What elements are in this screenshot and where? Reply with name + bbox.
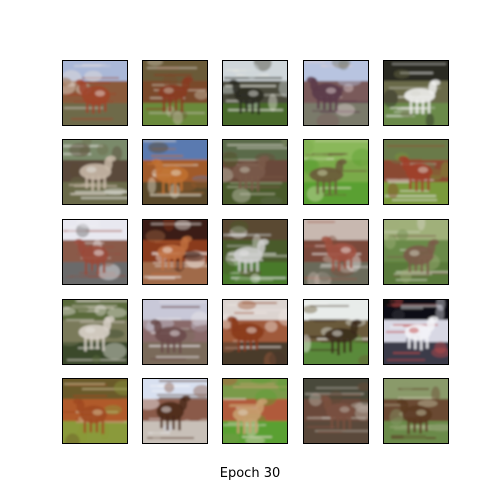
horse-sample-image <box>304 379 368 443</box>
sample-tile <box>142 299 208 365</box>
sample-tile <box>383 60 449 126</box>
horse-sample-image <box>223 300 287 364</box>
sample-figure: Epoch 30 <box>0 0 500 500</box>
horse-sample-image <box>63 61 127 125</box>
sample-tile <box>62 60 128 126</box>
horse-sample-image <box>223 61 287 125</box>
sample-tile <box>303 139 369 205</box>
horse-sample-image <box>223 220 287 284</box>
sample-tile <box>383 139 449 205</box>
horse-sample-image <box>304 61 368 125</box>
sample-tile <box>142 378 208 444</box>
sample-tile <box>62 378 128 444</box>
horse-sample-image <box>384 220 448 284</box>
sample-tile <box>142 139 208 205</box>
horse-sample-image <box>143 140 207 204</box>
horse-sample-image <box>63 220 127 284</box>
horse-sample-image <box>223 140 287 204</box>
sample-tile <box>142 60 208 126</box>
sample-tile <box>222 219 288 285</box>
horse-sample-image <box>384 140 448 204</box>
sample-tile <box>62 139 128 205</box>
sample-tile <box>303 219 369 285</box>
horse-sample-image <box>304 300 368 364</box>
horse-sample-image <box>143 220 207 284</box>
sample-tile <box>222 139 288 205</box>
epoch-caption: Epoch 30 <box>219 466 281 481</box>
horse-sample-image <box>143 300 207 364</box>
sample-tile <box>303 378 369 444</box>
sample-tile <box>383 219 449 285</box>
sample-tile <box>303 60 369 126</box>
sample-tile <box>222 299 288 365</box>
sample-tile <box>383 378 449 444</box>
sample-tile <box>383 299 449 365</box>
sample-tile <box>303 299 369 365</box>
horse-sample-image <box>63 140 127 204</box>
sample-tile <box>222 60 288 126</box>
sample-tile <box>222 378 288 444</box>
horse-sample-image <box>143 379 207 443</box>
sample-tile <box>62 299 128 365</box>
sample-tile <box>142 219 208 285</box>
horse-sample-image <box>143 61 207 125</box>
horse-sample-image <box>304 220 368 284</box>
sample-tile <box>62 219 128 285</box>
horse-sample-image <box>223 379 287 443</box>
horse-sample-image <box>63 300 127 364</box>
horse-sample-image <box>384 379 448 443</box>
horse-sample-image <box>384 61 448 125</box>
horse-sample-image <box>304 140 368 204</box>
horse-sample-image <box>63 379 127 443</box>
horse-sample-image <box>384 300 448 364</box>
generated-sample-grid <box>62 60 452 447</box>
